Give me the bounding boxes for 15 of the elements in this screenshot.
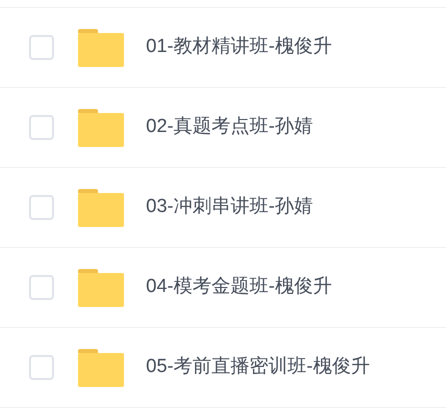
folder-icon	[78, 268, 124, 306]
folder-icon	[78, 28, 124, 66]
folder-name[interactable]: 04-模考金题班-槐俊升	[146, 273, 332, 302]
folder-name[interactable]: 01-教材精讲班-槐俊升	[146, 33, 332, 62]
folder-icon	[78, 348, 124, 386]
folder-name[interactable]: 03-冲刺串讲班-孙婧	[146, 193, 313, 222]
checkbox[interactable]	[29, 275, 54, 300]
checkbox[interactable]	[29, 195, 54, 220]
checkbox[interactable]	[29, 115, 54, 140]
checkbox[interactable]	[29, 35, 54, 60]
folder-icon	[78, 188, 124, 226]
checkbox[interactable]	[29, 355, 54, 380]
folder-name[interactable]: 05-考前直播密训班-槐俊升	[146, 353, 370, 382]
folder-name[interactable]: 02-真题考点班-孙婧	[146, 113, 313, 142]
folder-icon	[78, 108, 124, 146]
